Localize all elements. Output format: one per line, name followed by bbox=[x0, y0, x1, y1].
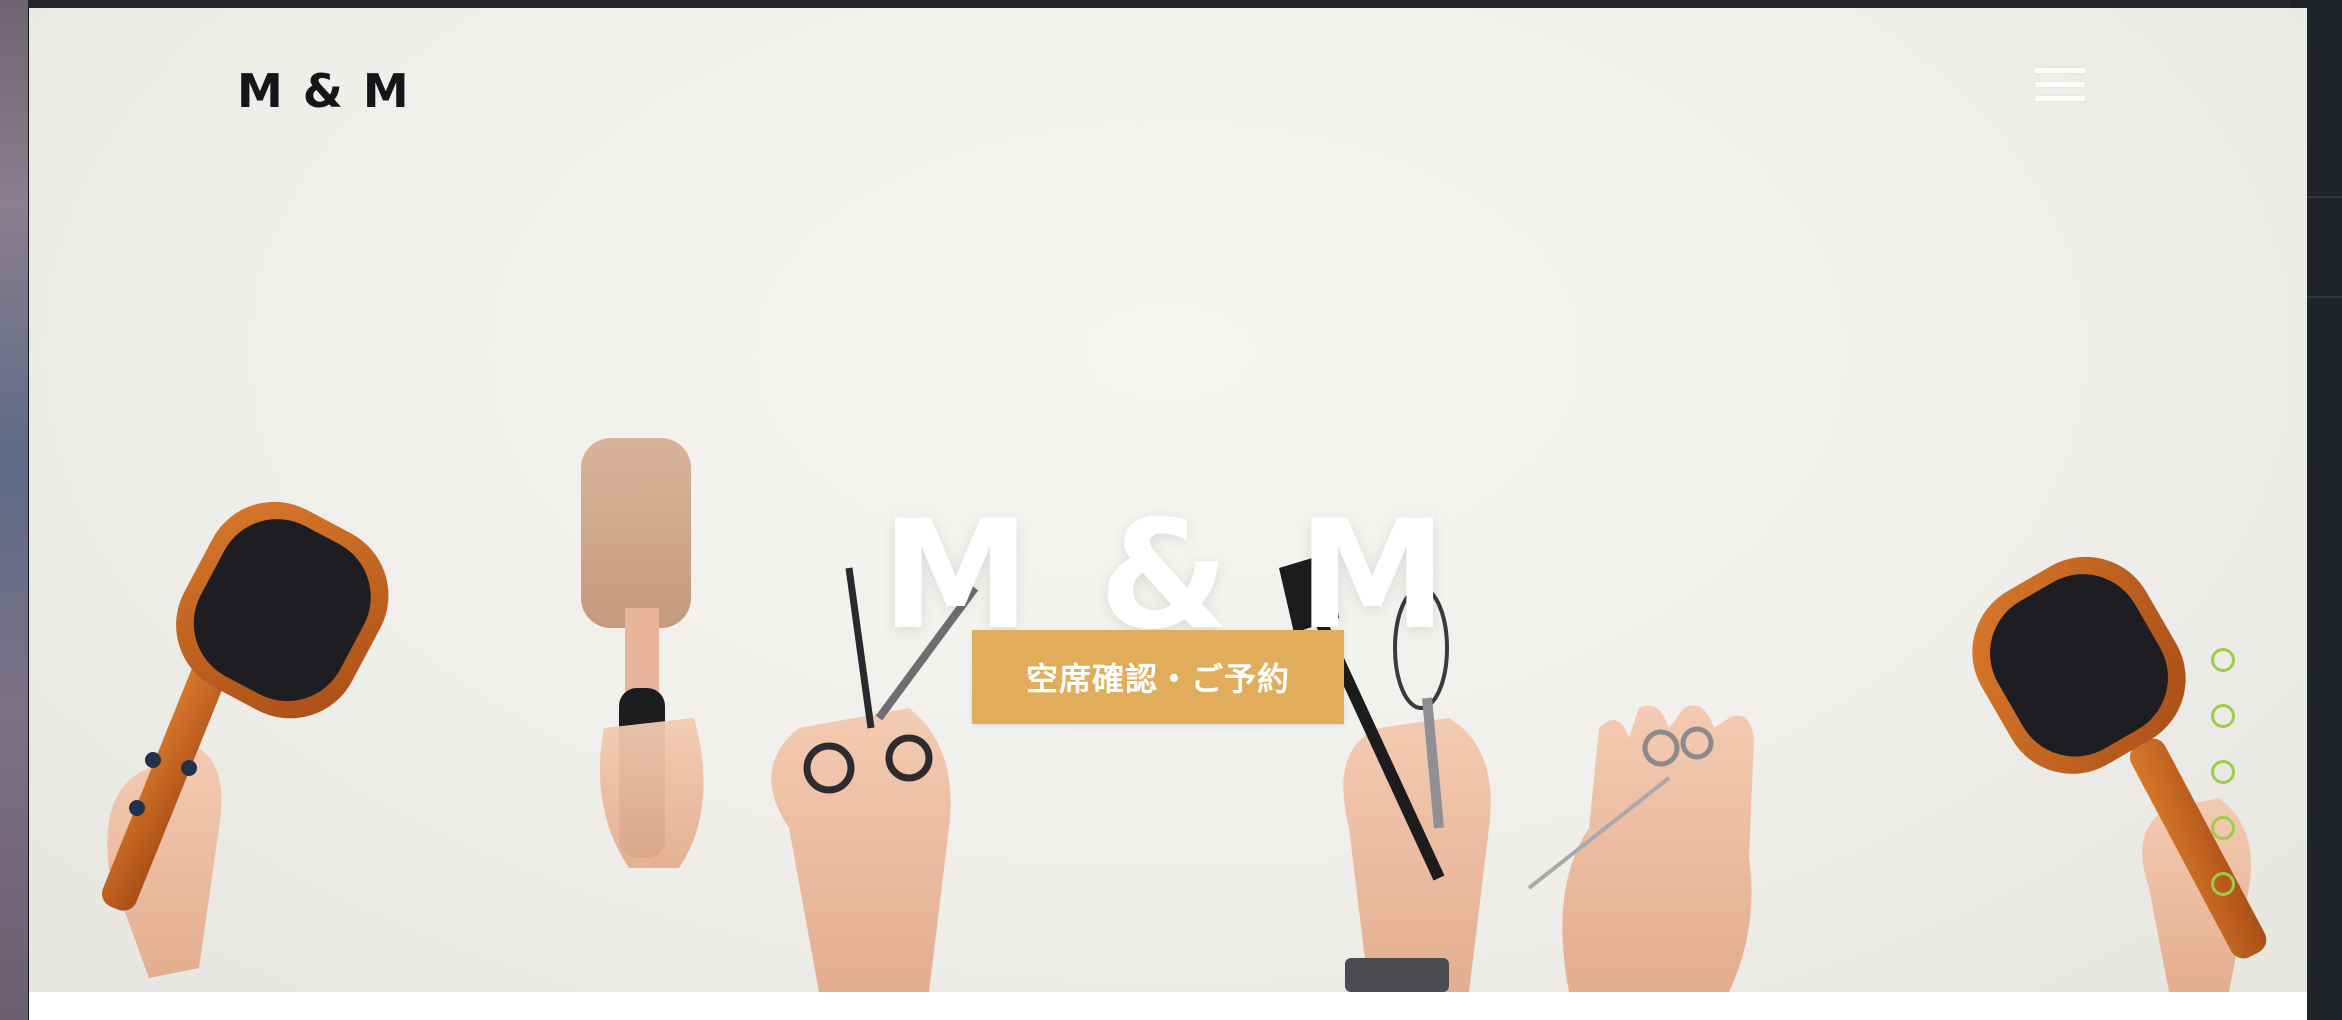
slide-dot-1[interactable] bbox=[2211, 648, 2235, 672]
slide-dot-4[interactable] bbox=[2211, 816, 2235, 840]
background-window-divider bbox=[2306, 196, 2342, 198]
hamburger-menu-icon bbox=[2035, 68, 2085, 73]
content-area bbox=[29, 992, 2307, 1020]
slide-dot-2[interactable] bbox=[2211, 704, 2235, 728]
site-logo[interactable]: M & M bbox=[237, 64, 411, 118]
browser-window: M & M M & M 空席確認・ご予約 bbox=[28, 8, 2307, 1020]
background-window-divider bbox=[2306, 296, 2342, 298]
screen: M & M M & M 空席確認・ご予約 bbox=[0, 0, 2342, 1020]
hamburger-menu-button[interactable] bbox=[2035, 62, 2087, 106]
hamburger-menu-icon bbox=[2035, 82, 2085, 87]
slide-dot-3[interactable] bbox=[2211, 760, 2235, 784]
hero-title: M & M bbox=[881, 488, 1455, 663]
hamburger-menu-icon bbox=[2035, 96, 2085, 101]
slide-pagination bbox=[2209, 648, 2239, 898]
open-hand-with-scissors bbox=[1527, 705, 1754, 992]
hero-section: M & M M & M 空席確認・ご予約 bbox=[29, 8, 2307, 992]
reservation-button[interactable]: 空席確認・ご予約 bbox=[972, 630, 1344, 724]
slide-dot-5[interactable] bbox=[2211, 872, 2235, 896]
desktop-background bbox=[0, 0, 28, 1020]
